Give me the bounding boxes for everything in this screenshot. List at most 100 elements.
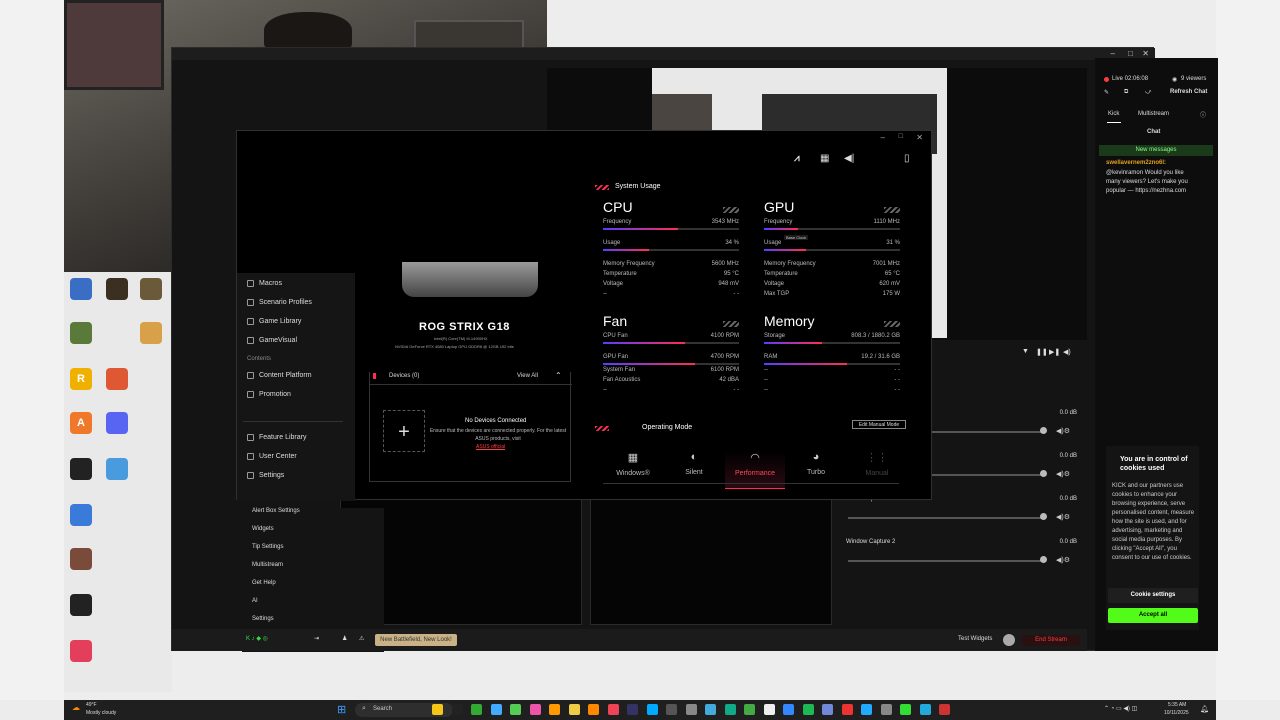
weather-text[interactable]: Mostly cloudy	[86, 710, 116, 716]
speaker-icon[interactable]: ◀)⚙	[1056, 427, 1070, 435]
mail-icon[interactable]	[627, 704, 638, 715]
photo-icon[interactable]	[70, 548, 92, 570]
minimize-icon[interactable]: –	[1111, 49, 1115, 58]
calendar-icon[interactable]: ▦	[820, 153, 829, 164]
spotify-icon[interactable]	[802, 704, 814, 715]
kick-icon[interactable]	[900, 704, 911, 715]
ai-icon[interactable]	[588, 704, 599, 715]
app-icon[interactable]	[744, 704, 755, 715]
nav-item[interactable]: User Center	[247, 453, 297, 460]
xbox-icon[interactable]	[471, 704, 482, 715]
app-icon[interactable]	[880, 704, 892, 715]
app-icon[interactable]	[568, 704, 580, 715]
app-icon-a[interactable]: A	[70, 412, 92, 434]
refresh-chat-button[interactable]: Refresh Chat	[1170, 89, 1207, 95]
tray-icons[interactable]: ⌃ ◔ ▭ ◀) ◫	[1104, 705, 1137, 712]
nav-item[interactable]: Settings	[247, 472, 284, 479]
news-banner[interactable]: New Battlefield, New Look!	[375, 634, 457, 646]
app-icon[interactable]	[919, 704, 931, 715]
app-icon[interactable]	[939, 704, 950, 715]
settings-icon[interactable]	[783, 704, 794, 715]
nav-item[interactable]: Macros	[247, 280, 282, 287]
maximize-icon[interactable]: □	[899, 133, 903, 140]
pencil-icon[interactable]: ✎	[1104, 89, 1109, 96]
chevron-up-icon[interactable]: ⌃	[555, 371, 562, 380]
edit-manual-mode-button[interactable]: Edit Manual Mode	[852, 420, 906, 429]
nav-item[interactable]: Feature Library	[247, 434, 306, 441]
nav-item[interactable]: Content Platform	[247, 372, 312, 379]
end-stream-button[interactable]: End Stream	[1022, 635, 1080, 646]
app-icon[interactable]	[841, 704, 853, 715]
minimize-icon[interactable]: –	[881, 133, 885, 142]
person-icon[interactable]: ♟	[342, 635, 347, 642]
obs-sidebar-item[interactable]: Settings	[252, 616, 274, 622]
discord-icon[interactable]	[822, 704, 833, 715]
duckduckgo-icon[interactable]	[106, 368, 128, 390]
obs-sidebar-item[interactable]: Multistream	[252, 562, 283, 568]
chrome-icon[interactable]	[763, 704, 775, 715]
chat-username[interactable]: swellavernem2zno6l:	[1106, 160, 1166, 166]
pause-icon[interactable]: ❚❚	[1036, 348, 1048, 356]
obs-sidebar-item[interactable]: Get Help	[252, 580, 276, 586]
terminal-icon[interactable]	[451, 704, 463, 715]
tab-multistream[interactable]: Multistream	[1138, 111, 1169, 117]
file-explorer-icon[interactable]	[432, 704, 443, 715]
clock-date[interactable]: 10/11/2025	[1164, 710, 1189, 716]
discord-icon[interactable]	[106, 412, 128, 434]
asus-official-link[interactable]: ASUS official	[476, 444, 505, 450]
app-icon[interactable]	[724, 704, 736, 715]
nav-item[interactable]: Scenario Profiles	[247, 299, 312, 306]
collapse-icon[interactable]: ⇥	[314, 635, 319, 642]
close-icon[interactable]: ✕	[916, 133, 923, 142]
weather-temp[interactable]: 49°F	[86, 702, 97, 708]
volume-icon[interactable]: ◀)	[1063, 348, 1071, 356]
add-device-button[interactable]: +	[383, 410, 425, 452]
rocket-league-icon[interactable]	[70, 278, 92, 300]
share-icon[interactable]: ⤻	[1145, 89, 1151, 96]
speaker-icon[interactable]: ◀)⚙	[1056, 470, 1070, 478]
chrome-icon[interactable]	[529, 704, 541, 715]
game-icon-2[interactable]	[106, 278, 128, 300]
app-icon[interactable]	[510, 704, 521, 715]
premiere-icon[interactable]	[607, 704, 619, 715]
app-icon[interactable]	[666, 704, 677, 715]
edge-icon[interactable]	[490, 704, 502, 715]
nav-item[interactable]: Game Library	[247, 318, 301, 325]
edge-icon[interactable]	[705, 704, 716, 715]
obs-sidebar-item[interactable]: AI	[252, 598, 258, 604]
rockstar-icon[interactable]: R	[70, 368, 92, 390]
tab-kick[interactable]: Kick	[1108, 111, 1119, 117]
kick-icon[interactable]: K ♪ ◆ ◎	[246, 635, 268, 642]
app-icon[interactable]	[685, 704, 697, 715]
device-icon[interactable]: ▯	[904, 153, 910, 164]
sheet-icon[interactable]	[70, 458, 92, 480]
folder-icon[interactable]	[549, 704, 560, 715]
nav-item[interactable]: Promotion	[247, 391, 291, 398]
test-widgets-button[interactable]: Test Widgets	[958, 636, 992, 642]
windows-start-icon[interactable]: ⊞	[337, 703, 346, 716]
gimp-icon[interactable]	[140, 278, 162, 300]
obs-sidebar-item[interactable]: Widgets	[252, 526, 274, 532]
steam-icon[interactable]	[861, 704, 872, 715]
notification-icon[interactable]: 🔔︎	[1200, 705, 1209, 713]
clock-time[interactable]: 5:35 AM	[1168, 702, 1186, 708]
doge-icon[interactable]	[140, 322, 162, 344]
maximize-icon[interactable]: □	[1128, 49, 1133, 58]
next-icon[interactable]: ▶❚	[1049, 348, 1060, 356]
accept-all-button[interactable]: Accept all	[1108, 608, 1198, 623]
info-icon[interactable]: ⓘ	[1200, 110, 1206, 119]
doc-icon[interactable]	[70, 504, 92, 526]
obs-icon[interactable]	[70, 594, 92, 616]
tiktok-icon[interactable]	[70, 640, 92, 662]
cookie-settings-button[interactable]: Cookie settings	[1108, 588, 1198, 603]
obs-sidebar-item[interactable]: Alert Box Settings	[252, 508, 300, 514]
store-icon[interactable]	[646, 704, 658, 715]
announce-icon[interactable]: ◀|	[844, 153, 854, 164]
close-icon[interactable]: ✕	[1142, 49, 1149, 58]
alert-icon[interactable]: ⚠	[359, 635, 364, 642]
new-messages-banner[interactable]: New messages	[1099, 145, 1213, 156]
copy-icon[interactable]: ⧉	[1124, 89, 1128, 96]
filter-icon[interactable]: ▼	[1022, 348, 1029, 355]
nav-item[interactable]: GameVisual	[247, 337, 297, 344]
obs-sidebar-item[interactable]: Tip Settings	[252, 544, 283, 550]
